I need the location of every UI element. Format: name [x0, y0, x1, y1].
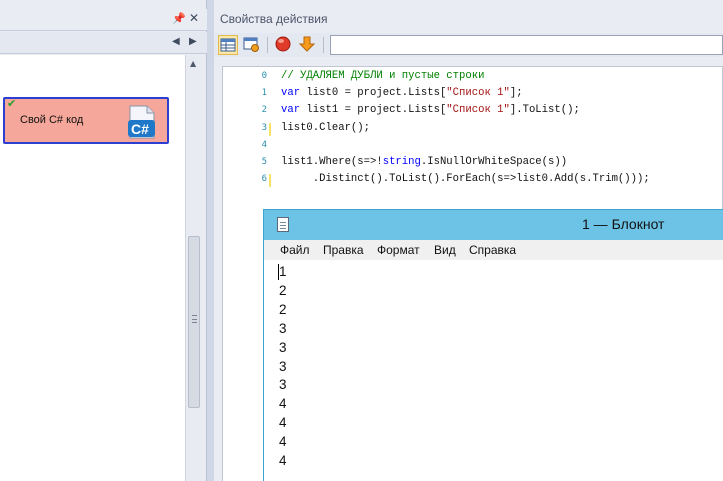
panel-title: Свойства действия — [220, 12, 328, 26]
notepad-menu-item[interactable]: Формат — [377, 243, 420, 257]
code-token: // УДАЛЯЕМ ДУБЛИ и пустые строки — [281, 70, 485, 82]
code-line: list1.Where(s=>!string.IsNullOrWhiteSpac… — [281, 156, 567, 168]
notepad-text-line: 4 — [279, 453, 287, 468]
notepad-text-line: 3 — [279, 377, 287, 393]
editor-toolbar — [214, 33, 723, 57]
line-number: 6 — [261, 174, 267, 185]
scroll-up-icon[interactable]: ▲ — [190, 59, 196, 68]
toolbar-separator — [323, 37, 324, 53]
code-token: "Список 1" — [446, 87, 510, 100]
project-panel-header: 📌 ✕ — [0, 9, 207, 31]
csharp-code-node[interactable]: ✔ Свой C# код C# — [3, 97, 169, 144]
code-token: .IsNullOrWhiteSpace(s)) — [420, 156, 568, 168]
notepad-text-line: 4 — [279, 396, 287, 412]
code-token: var — [281, 104, 301, 117]
toolbar-separator — [267, 37, 268, 53]
notepad-menu-item[interactable]: Справка — [469, 243, 516, 257]
code-line: list0.Clear(); — [281, 122, 370, 134]
modified-line-marker — [269, 122, 271, 136]
check-icon: ✔ — [7, 97, 17, 110]
notepad-text-line: 3 — [279, 358, 287, 374]
line-number: 5 — [261, 157, 267, 167]
line-number: 4 — [261, 139, 267, 150]
csharp-file-icon: C# — [128, 105, 155, 139]
notepad-text-line: 2 — [279, 282, 287, 298]
app-window: 📌 ✕ ◀ ▶ ✔ Свой C# код C# ▲ Свойства дейс… — [0, 0, 723, 481]
line-number: 0 — [261, 71, 267, 81]
action-properties-panel: Свойства действия 0 1 2 3 4 5 6 // УДАЛЯ… — [214, 0, 723, 481]
notepad-text-line: 3 — [279, 339, 287, 355]
notepad-text-line: 1 — [279, 264, 287, 279]
code-token: list0.Clear(); — [281, 121, 371, 134]
node-label: Свой C# код — [20, 114, 84, 126]
project-panel-toolbar: ◀ ▶ — [0, 32, 207, 54]
code-token: list1 = project.Lists[ — [300, 104, 447, 117]
line-number: 2 — [261, 105, 267, 116]
notepad-menu-item[interactable]: Файл — [280, 243, 310, 257]
code-token: list1.Where(s=>! — [281, 156, 383, 168]
code-line: var list1 = project.Lists["Список 1"].To… — [281, 104, 580, 116]
notepad-text-line: 4 — [279, 415, 287, 431]
notepad-titlebar[interactable]: 1 — Блокнот — [264, 210, 723, 240]
code-token: ]; — [509, 87, 523, 100]
table-icon — [220, 38, 236, 52]
code-view-button[interactable] — [242, 35, 262, 55]
close-icon[interactable]: ✕ — [189, 11, 199, 25]
project-panel: 📌 ✕ ◀ ▶ ✔ Свой C# код C# ▲ — [0, 0, 207, 481]
svg-text:C#: C# — [131, 121, 149, 137]
panel-splitter[interactable] — [207, 0, 214, 481]
notepad-menubar: Файл Правка Формат Вид Справка — [264, 240, 723, 260]
modified-line-marker — [269, 174, 271, 188]
step-down-button[interactable] — [298, 35, 318, 55]
scroll-right-icon[interactable]: ▶ — [189, 36, 197, 47]
notepad-menu-item[interactable]: Вид — [434, 243, 456, 257]
line-number: 1 — [261, 88, 267, 99]
notepad-text-area[interactable]: 1 2 2 3 3 3 3 4 4 4 4 — [264, 260, 723, 481]
notepad-text-line: 4 — [279, 434, 287, 450]
code-line: .Distinct().ToList().ForEach(s=>list0.Ad… — [281, 173, 650, 185]
code-token: string — [382, 156, 421, 168]
notepad-text-line: 2 — [279, 301, 287, 317]
code-token: var — [281, 87, 301, 100]
notepad-icon — [277, 217, 289, 232]
code-token: list0 = project.Lists[ — [300, 87, 447, 100]
code-line: var list0 = project.Lists["Список 1"]; — [281, 87, 523, 99]
stop-icon — [275, 36, 291, 52]
pin-icon[interactable]: 📌 — [172, 12, 186, 25]
line-number: 3 — [261, 122, 267, 133]
notepad-window[interactable]: 1 — Блокнот Файл Правка Формат Вид Справка 1… — [263, 209, 723, 481]
scrollbar-thumb[interactable] — [188, 236, 200, 408]
notepad-text-line: 3 — [279, 320, 287, 336]
code-token: .Distinct().ToList().ForEach(s=>list0.Ad… — [281, 173, 650, 186]
code-token: "Список 1" — [446, 104, 510, 117]
project-canvas[interactable]: ✔ Свой C# код C# — [0, 55, 185, 481]
search-input[interactable] — [330, 35, 723, 55]
grip-icon — [192, 315, 197, 323]
code-line: // УДАЛЯЕМ ДУБЛИ и пустые строки — [281, 70, 484, 82]
stop-button[interactable] — [274, 35, 294, 55]
canvas-scrollbar[interactable]: ▲ — [185, 55, 202, 481]
scroll-left-icon[interactable]: ◀ — [172, 36, 180, 47]
code-window-icon — [243, 37, 259, 52]
grid-view-button[interactable] — [218, 35, 238, 55]
code-token: ].ToList(); — [509, 104, 580, 117]
notepad-title: 1 — Блокнот — [582, 216, 665, 232]
arrow-down-icon — [298, 36, 316, 52]
notepad-menu-item[interactable]: Правка — [323, 243, 364, 257]
